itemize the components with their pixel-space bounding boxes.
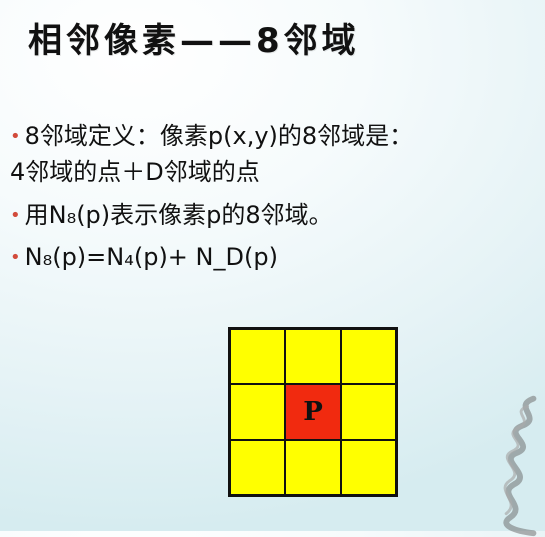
bullet-1-continuation-text: 4邻域的点＋D邻域的点 bbox=[10, 158, 260, 187]
bullet-list: • 8邻域定义：像素p(x,y)的8邻域是： 4邻域的点＋D邻域的点 • 用N₈(p… bbox=[10, 120, 540, 284]
bullet-dot-icon: • bbox=[10, 247, 21, 269]
center-label: P bbox=[303, 396, 323, 427]
grid-center-cell: P bbox=[285, 384, 341, 440]
grid-cell bbox=[340, 439, 396, 495]
grid-cell bbox=[230, 439, 286, 495]
bullet-item-1-continuation: 4邻域的点＋D邻域的点 bbox=[10, 156, 540, 188]
grid-cell bbox=[230, 384, 286, 440]
grid-cell bbox=[230, 329, 286, 385]
grid-cell bbox=[340, 384, 396, 440]
slide: 相邻像素——8邻域 • 8邻域定义：像素p(x,y)的8邻域是： 4邻域的点＋D邻… bbox=[0, 0, 545, 537]
grid-cell bbox=[340, 329, 396, 385]
bullet-1-text: 8邻域定义：像素p(x,y)的8邻域是： bbox=[24, 122, 414, 150]
bullet-item-3: • N₈(p)=N₄(p)+ N_D(p) bbox=[10, 241, 540, 273]
grid-cell bbox=[285, 439, 341, 495]
bullet-3-text: N₈(p)=N₄(p)+ N_D(p) bbox=[24, 243, 278, 272]
bullet-dot-icon: • bbox=[10, 126, 21, 147]
grid-cell bbox=[285, 329, 341, 385]
bullet-item-1: • 8邻域定义：像素p(x,y)的8邻域是： bbox=[10, 120, 540, 152]
bullet-dot-icon: • bbox=[10, 204, 21, 226]
decorative-swirl-icon bbox=[503, 395, 537, 537]
neighborhood-grid: P bbox=[228, 327, 398, 497]
bullet-item-2: • 用N₈(p)表示像素p的8邻域。 bbox=[10, 199, 540, 231]
bullet-2-text: 用N₈(p)表示像素p的8邻域。 bbox=[24, 200, 333, 229]
slide-title: 相邻像素——8邻域 bbox=[28, 21, 360, 61]
